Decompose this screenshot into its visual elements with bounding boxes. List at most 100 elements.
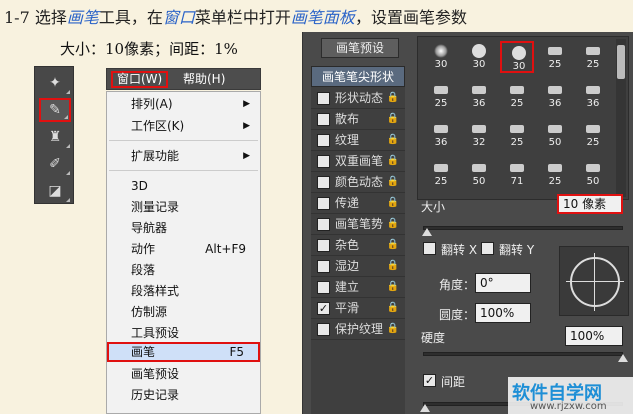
brush-option-row[interactable]: 双重画笔 🔒 — [311, 151, 405, 172]
brush-tip[interactable]: 50 — [538, 119, 572, 151]
brush-tip[interactable]: 25 — [538, 41, 572, 73]
brush-option-row[interactable]: 颜色动态 🔒 — [311, 172, 405, 193]
size-field[interactable]: 10 像素 — [557, 194, 623, 214]
option-checkbox[interactable] — [317, 239, 330, 252]
brush-tip-shape-header[interactable]: 画笔笔尖形状 — [311, 66, 405, 87]
menu-item[interactable]: 画笔预设 — [107, 364, 260, 384]
brush-option-row[interactable]: 湿边 🔒 — [311, 256, 405, 277]
option-checkbox[interactable] — [317, 92, 330, 105]
brush-tip[interactable]: 32 — [462, 119, 496, 151]
menu-window[interactable]: 窗口(W) — [111, 71, 169, 88]
flip-x-checkbox[interactable] — [423, 242, 436, 255]
brush-tip[interactable]: 25 — [576, 41, 610, 73]
roundness-field[interactable]: 100% — [475, 303, 531, 323]
angle-roundness-dial[interactable] — [559, 246, 629, 316]
spot-healing-icon[interactable]: ✦ — [39, 71, 71, 95]
spacing-checkbox[interactable]: ✓ — [423, 374, 436, 387]
menu-item[interactable]: 工具预设 — [107, 323, 260, 343]
brush-tip-size: 36 — [472, 98, 486, 109]
lock-icon[interactable]: 🔒 — [387, 88, 399, 108]
lock-icon[interactable]: 🔒 — [387, 130, 399, 150]
angle-field[interactable]: 0° — [475, 273, 531, 293]
option-checkbox[interactable] — [317, 281, 330, 294]
menu-item[interactable]: 画笔 F5 — [107, 342, 260, 362]
menu-item[interactable]: 动作 Alt+F9 — [107, 239, 260, 259]
brush-tip[interactable]: 25 — [500, 119, 534, 151]
lock-icon[interactable]: 🔒 — [387, 109, 399, 129]
history-brush-icon[interactable]: ✐ — [39, 152, 71, 176]
size-slider[interactable] — [423, 226, 623, 230]
option-checkbox[interactable] — [317, 218, 330, 231]
menu-item[interactable]: 历史记录 — [107, 385, 260, 405]
option-checkbox[interactable] — [317, 134, 330, 147]
option-checkbox[interactable] — [317, 113, 330, 126]
brush-tip-preview-icon — [510, 125, 524, 133]
lock-icon[interactable]: 🔒 — [387, 277, 399, 297]
brush-option-row[interactable]: 杂色 🔒 — [311, 235, 405, 256]
scrollbar-thumb[interactable] — [617, 45, 625, 79]
option-checkbox[interactable] — [317, 155, 330, 168]
size-slider-knob[interactable] — [422, 228, 432, 236]
option-checkbox[interactable] — [317, 323, 330, 336]
brush-option-row[interactable]: 散布 🔒 — [311, 109, 405, 130]
brush-tip-size: 30 — [434, 59, 448, 70]
menu-item[interactable]: 工作区(K) ▶ — [107, 116, 260, 136]
menu-help[interactable]: 帮助(H) — [179, 71, 229, 88]
brush-tip[interactable]: 25 — [424, 80, 458, 112]
brush-tip[interactable]: 50 — [462, 158, 496, 190]
lock-icon[interactable]: 🔒 — [387, 256, 399, 276]
menu-item[interactable]: 段落样式 — [107, 281, 260, 301]
option-checkbox[interactable] — [317, 176, 330, 189]
brush-option-row[interactable]: 保护纹理 🔒 — [311, 319, 405, 340]
option-checkbox[interactable] — [317, 260, 330, 273]
brush-option-row[interactable]: 画笔笔势 🔒 — [311, 214, 405, 235]
spacing-slider-knob[interactable] — [420, 404, 430, 412]
brush-option-row[interactable]: 建立 🔒 — [311, 277, 405, 298]
brush-option-row[interactable]: 传递 🔒 — [311, 193, 405, 214]
lock-icon[interactable]: 🔒 — [387, 235, 399, 255]
brush-tip[interactable]: 36 — [462, 80, 496, 112]
brush-tip[interactable]: 36 — [538, 80, 572, 112]
brush-tip[interactable]: 25 — [424, 158, 458, 190]
brush-tip[interactable]: 30 — [462, 41, 496, 73]
brush-tip[interactable]: 71 — [500, 158, 534, 190]
eraser-icon[interactable]: ◪ — [39, 179, 71, 203]
brush-tip-size: 50 — [548, 137, 562, 148]
brush-option-row[interactable]: 纹理 🔒 — [311, 130, 405, 151]
option-checkbox[interactable]: ✓ — [317, 302, 330, 315]
brush-tip[interactable]: 30 — [500, 41, 534, 73]
brush-tip[interactable]: 25 — [500, 80, 534, 112]
menu-item[interactable]: 扩展功能 ▶ — [107, 146, 260, 166]
menu-item[interactable]: 导航器 — [107, 218, 260, 238]
flip-y-checkbox[interactable] — [481, 242, 494, 255]
lock-icon[interactable]: 🔒 — [387, 319, 399, 339]
brush-tip[interactable]: 25 — [538, 158, 572, 190]
lock-icon[interactable]: 🔒 — [387, 214, 399, 234]
hardness-slider-knob[interactable] — [618, 354, 628, 362]
brush-tip[interactable]: 30 — [424, 41, 458, 73]
brush-option-row[interactable]: ✓ 平滑 🔒 — [311, 298, 405, 319]
brush-tip[interactable]: 36 — [424, 119, 458, 151]
hardness-field[interactable]: 100% — [565, 326, 623, 346]
option-checkbox[interactable] — [317, 197, 330, 210]
brush-tip[interactable]: 36 — [576, 80, 610, 112]
lock-icon[interactable]: 🔒 — [387, 298, 399, 318]
menu-item[interactable]: 3D — [107, 176, 260, 196]
hardness-slider[interactable] — [423, 352, 623, 356]
menu-item[interactable]: 排列(A) ▶ — [107, 94, 260, 114]
brush-icon[interactable]: ✎ — [39, 98, 71, 122]
title-part: ，设置画笔参数 — [354, 8, 467, 27]
lock-icon[interactable]: 🔒 — [387, 193, 399, 213]
lock-icon[interactable]: 🔒 — [387, 151, 399, 171]
menu-item[interactable]: 仿制源 — [107, 302, 260, 322]
brush-tip[interactable]: 25 — [576, 119, 610, 151]
brush-presets-button[interactable]: 画笔预设 — [321, 38, 399, 58]
stamp-icon[interactable]: ♜ — [39, 125, 71, 149]
option-label: 湿边 — [335, 259, 360, 273]
menu-item[interactable]: 段落 — [107, 260, 260, 280]
menu-item[interactable]: 测量记录 — [107, 197, 260, 217]
lock-icon[interactable]: 🔒 — [387, 172, 399, 192]
brush-tip[interactable]: 50 — [576, 158, 610, 190]
tip-grid-scrollbar[interactable] — [616, 39, 626, 197]
brush-option-row[interactable]: 形状动态 🔒 — [311, 88, 405, 109]
